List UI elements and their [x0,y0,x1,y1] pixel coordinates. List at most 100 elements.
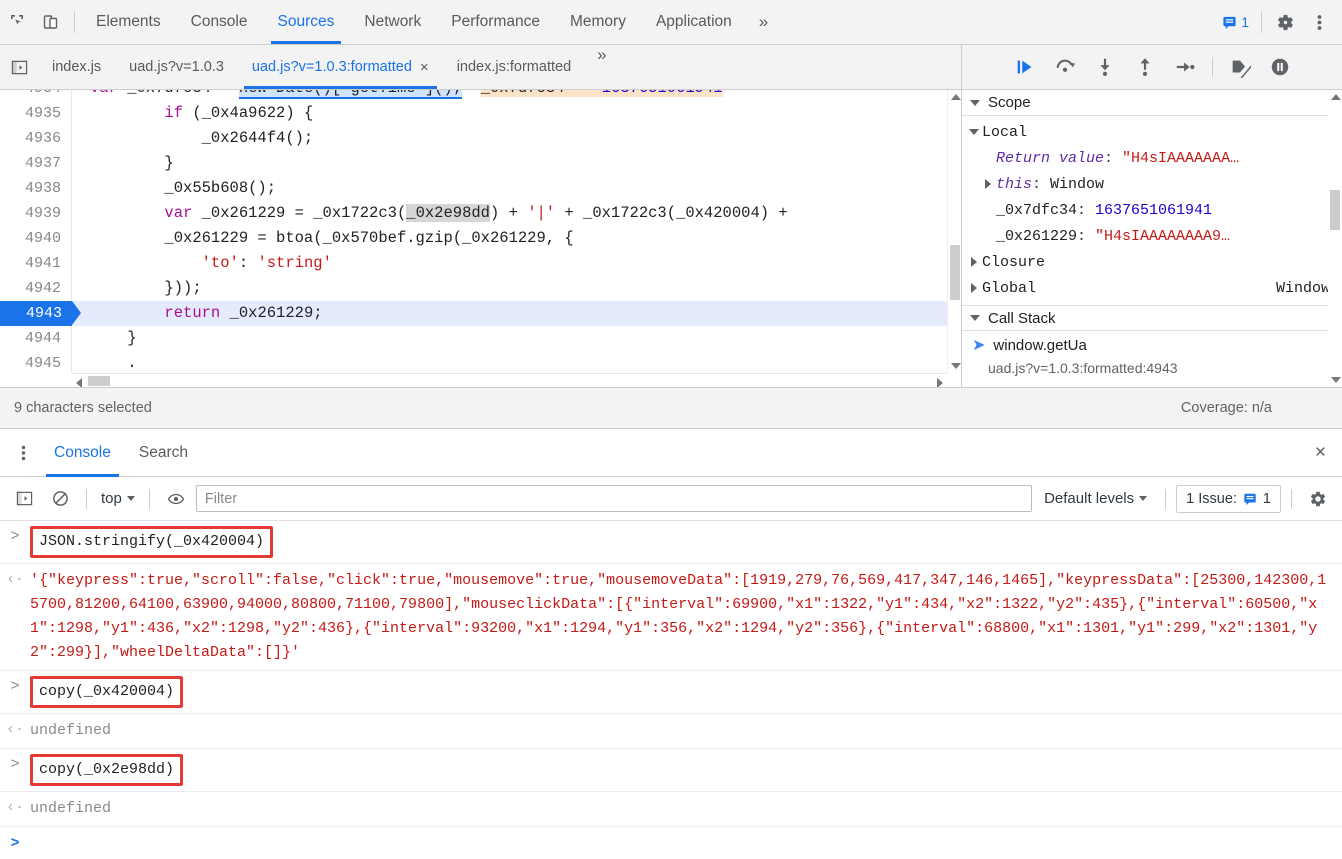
step-over-next-function-call-button[interactable] [1046,50,1084,84]
scope-section-header[interactable]: Scope [962,90,1342,116]
resume-script-execution-button[interactable] [1006,50,1044,84]
show-navigator-icon[interactable] [0,45,38,89]
drawer-tabbar: Console Search × [0,429,1342,477]
drawer-tab-label: Search [138,443,188,461]
tab-sources-label: Sources [277,13,335,30]
side-pane-scroll-thumb[interactable] [1330,190,1340,230]
sources-file-tabbar: index.js uad.js?v=1.0.3 uad.js?v=1.0.3:f… [0,45,1342,90]
scope-group-global[interactable]: Global Window [962,275,1342,301]
side-pane-scrollbar[interactable] [1328,90,1342,387]
console-input-expression[interactable]: JSON.stringify(_0x420004) [30,526,274,558]
scope-prop-name: _0x7dfc34 [996,201,1078,219]
scope-row-0x7dfc34[interactable]: _0x7dfc34 : 1637651061941 [962,197,1342,223]
chevron-right-icon[interactable] [971,283,977,293]
clear-console-icon[interactable] [44,484,76,514]
file-tabs-overflow-chevron-icon[interactable]: » [585,45,618,89]
deactivate-breakpoints-button[interactable] [1221,50,1259,84]
coverage-status-text: Coverage: n/a [1180,400,1272,416]
scope-row-return-value[interactable]: Return value : "H4sIAAAAAAA… [962,145,1342,171]
line-content: } [90,329,137,347]
scope-row-0x261229[interactable]: _0x261229 : "H4sIAAAAAAAA9… [962,223,1342,249]
tab-console[interactable]: Console [176,0,263,44]
scroll-down-arrow-icon[interactable] [951,363,961,369]
console-input-row[interactable]: > copy(_0x420004) [0,671,1342,714]
file-tab-index-js-formatted[interactable]: index.js:formatted [443,45,585,89]
console-input-expression-wrap: JSON.stringify(_0x420004) [30,526,1342,558]
live-expression-icon[interactable] [160,484,192,514]
console-input-marker: > [10,678,20,695]
chevron-down-icon [970,315,980,321]
scope-group-local[interactable]: Local [962,119,1342,145]
console-input-expression[interactable]: copy(_0x420004) [30,676,184,708]
device-toolbar-icon[interactable] [34,5,68,39]
call-stack-section-header[interactable]: Call Stack [962,305,1342,331]
execution-context-select[interactable]: top [97,490,139,507]
call-stack-frame-location[interactable]: uad.js?v=1.0.3:formatted:4943 [962,360,1342,376]
drawer-tab-console[interactable]: Console [40,429,125,477]
tab-performance[interactable]: Performance [436,0,555,44]
pause-on-exceptions-button[interactable] [1261,50,1299,84]
code-line: 4941 'to': 'string' [0,251,947,276]
scope-prop-value: Window [1050,175,1105,193]
file-tab-index-js[interactable]: index.js [38,45,115,89]
console-input-expression[interactable]: copy(_0x2e98dd) [30,754,184,786]
editor-scroll-thumb[interactable] [950,245,960,300]
step-button[interactable] [1166,50,1204,84]
editor-hscroll-thumb[interactable] [88,376,110,386]
more-panels-chevron-icon[interactable]: » [747,12,780,32]
console-sidebar-icon[interactable] [8,484,40,514]
scope-row-this[interactable]: this : Window [962,171,1342,197]
scope-group-label: Closure [982,253,1046,271]
scope-prop-sep: : [1104,149,1123,167]
scope-group-closure[interactable]: Closure [962,249,1342,275]
kebab-menu-icon[interactable] [1302,5,1336,39]
console-input-row[interactable]: > copy(_0x2e98dd) [0,749,1342,792]
chevron-right-icon[interactable] [985,179,991,189]
tab-sources[interactable]: Sources [263,0,350,44]
step-into-next-function-call-button[interactable] [1086,50,1124,84]
line-content: })); [90,279,202,297]
debugger-side-pane: Scope Local Return value : "H4sIAAAAAAA…… [961,90,1342,387]
file-tab-uad-js[interactable]: uad.js?v=1.0.3 [115,45,238,89]
source-code-editor[interactable]: 4934 var _0x7dfc34 = new Date()["getTime… [0,90,961,387]
console-prompt-row[interactable]: > [0,827,1342,859]
more-tools-icon[interactable] [6,444,40,462]
scroll-up-arrow-icon[interactable] [1331,94,1341,100]
console-settings-icon[interactable] [1302,484,1334,514]
close-icon[interactable]: × [1299,442,1342,464]
console-input-row[interactable]: > JSON.stringify(_0x420004) [0,521,1342,564]
issues-icon [1223,16,1236,29]
close-icon[interactable]: × [420,60,429,75]
log-levels-select[interactable]: Default levels [1036,490,1155,507]
scope-prop-sep: : [1077,227,1096,245]
line-content: _0x2644f4(); [90,129,314,147]
tab-memory[interactable]: Memory [555,0,641,44]
selected-token: _0x2e98dd [406,204,490,222]
drawer-tab-search[interactable]: Search [125,429,202,477]
toolbar-divider-2 [1261,11,1262,33]
console-issues-chip[interactable]: 1 Issue: 1 [1176,484,1281,513]
call-stack-frame[interactable]: ➤ window.getUa [962,331,1342,359]
scroll-right-arrow-icon[interactable] [937,378,943,387]
issues-badge[interactable]: 1 [1216,11,1255,33]
issues-count: 1 [1241,14,1249,30]
chevron-right-icon[interactable] [971,257,977,267]
console-filter-input[interactable] [195,485,1033,512]
tab-network[interactable]: Network [349,0,436,44]
tab-elements[interactable]: Elements [81,0,176,44]
scroll-left-arrow-icon[interactable] [76,378,82,387]
tab-application[interactable]: Application [641,0,747,44]
line-number: 4935 [0,101,72,126]
chevron-down-icon [969,129,979,135]
editor-horizontal-scrollbar[interactable] [72,373,947,387]
step-out-of-current-function-button[interactable] [1126,50,1164,84]
console-prompt-input[interactable] [30,833,1342,855]
inspect-element-icon[interactable] [0,5,34,39]
file-tab-uad-js-formatted[interactable]: uad.js?v=1.0.3:formatted × [238,45,443,89]
scroll-down-arrow-icon[interactable] [1331,377,1341,383]
editor-vertical-scrollbar[interactable] [947,90,961,373]
line-content: var _0x7dfc34 = new Date()["getTime"]();… [72,90,723,101]
gear-icon[interactable] [1268,5,1302,39]
scroll-up-arrow-icon[interactable] [951,94,961,100]
scope-group-label: Local [982,123,1028,141]
